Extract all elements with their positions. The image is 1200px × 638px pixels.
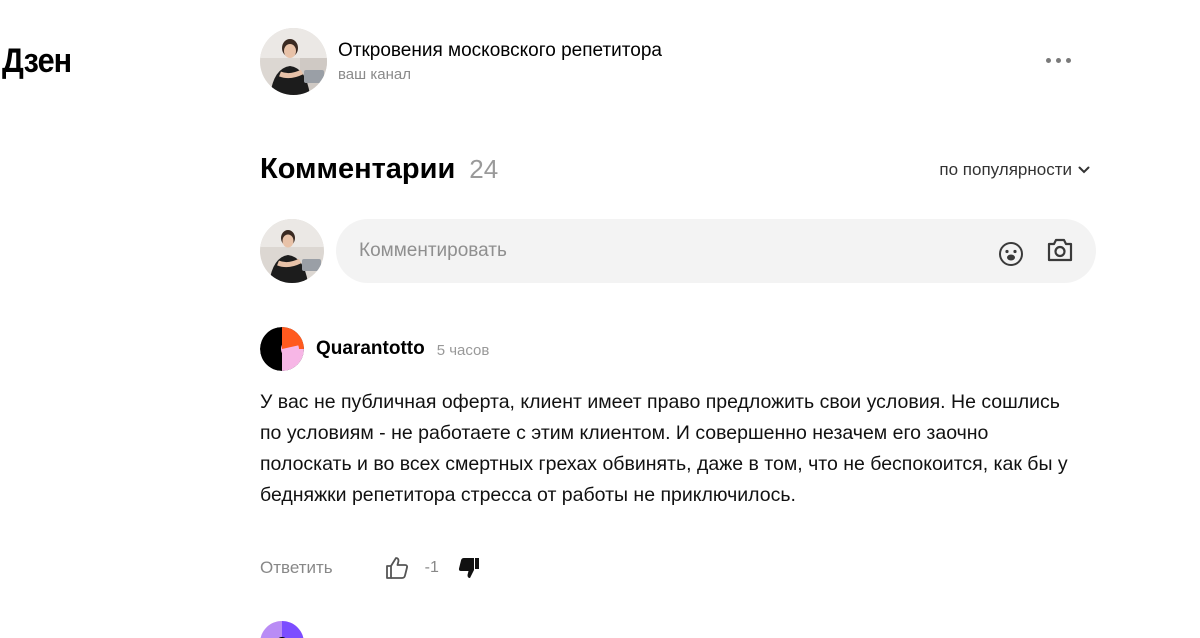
thumb-up-icon xyxy=(385,557,408,579)
comment-score: -1 xyxy=(424,559,439,576)
next-comment-author-partial xyxy=(318,630,448,638)
comments-header: Комментарии 24 xyxy=(260,153,498,186)
comment-time: 5 часов xyxy=(436,342,490,359)
sort-label: по популярности xyxy=(939,160,1072,179)
channel-avatar[interactable] xyxy=(260,28,327,95)
thumb-down-icon xyxy=(458,558,479,578)
more-menu-button[interactable] xyxy=(1046,58,1071,63)
like-button[interactable] xyxy=(385,556,409,580)
chevron-down-icon xyxy=(1078,166,1090,174)
user-avatar[interactable] xyxy=(260,219,324,283)
channel-subtitle: ваш канал xyxy=(338,65,411,83)
comment-compose xyxy=(260,219,1096,283)
channel-header: Откровения московского репетитора ваш ка… xyxy=(260,28,662,95)
comment-text: У вас не публичная оферта, клиент имеет … xyxy=(260,391,1068,506)
reply-button[interactable]: Ответить xyxy=(260,558,333,578)
channel-title[interactable]: Откровения московского репетитора xyxy=(338,39,662,63)
dzen-logo[interactable]: Дзен xyxy=(2,42,72,81)
comment-actions: Ответить -1 xyxy=(260,556,481,580)
author-avatar[interactable] xyxy=(260,327,304,371)
camera-icon[interactable] xyxy=(1046,237,1074,263)
dislike-button[interactable] xyxy=(457,556,481,580)
next-comment-avatar[interactable] xyxy=(260,621,304,638)
emoji-icon[interactable] xyxy=(998,241,1024,267)
comments-count: 24 xyxy=(469,154,499,184)
comment-item: Quarantotto 5 часов У вас не публичная о… xyxy=(260,327,1080,511)
comment-author[interactable]: Quarantotto xyxy=(316,338,425,360)
comments-title: Комментарии xyxy=(260,153,456,185)
comment-input-container xyxy=(336,219,1096,283)
dots-menu-icon xyxy=(1046,58,1051,63)
sort-dropdown[interactable]: по популярности xyxy=(939,160,1090,180)
comment-input[interactable] xyxy=(336,219,936,283)
comment-header: Quarantotto 5 часов xyxy=(260,327,1080,371)
